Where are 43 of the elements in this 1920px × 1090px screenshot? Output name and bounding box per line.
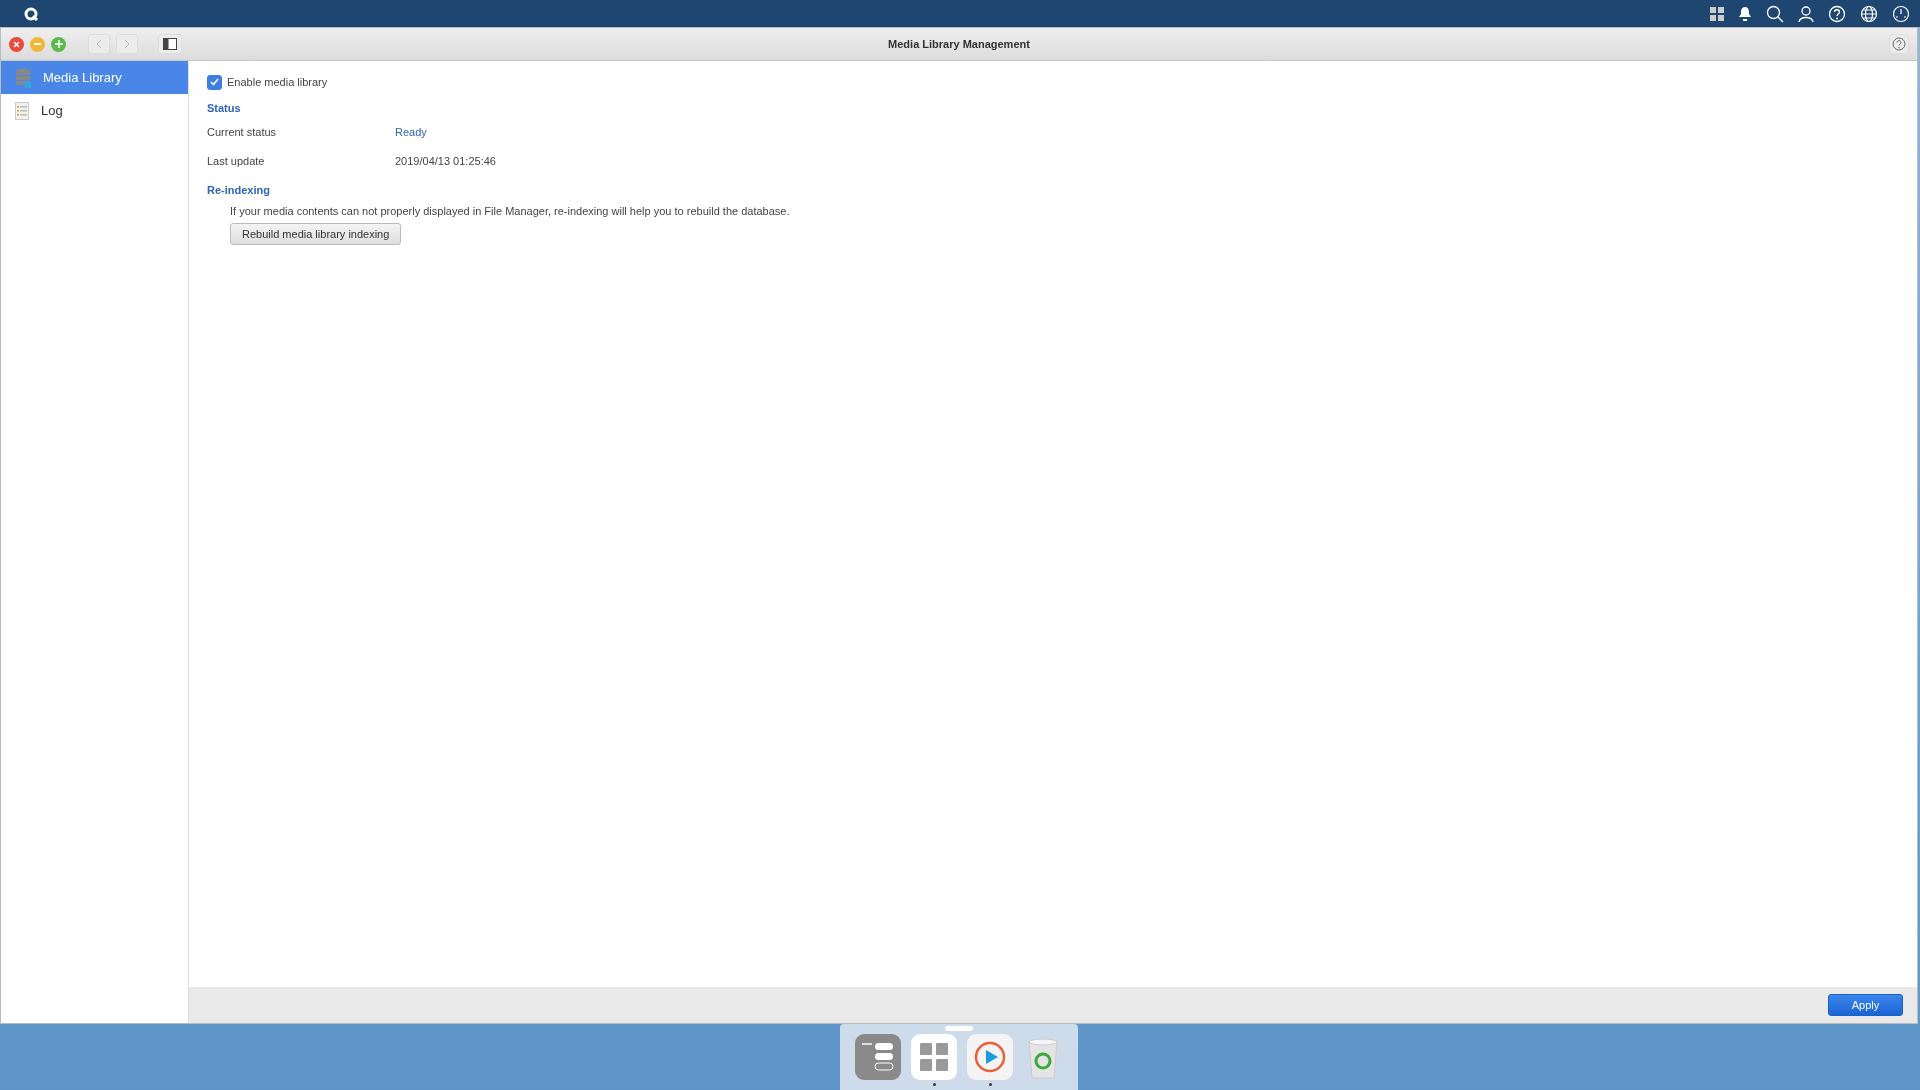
- rebuild-button[interactable]: Rebuild media library indexing: [230, 223, 402, 245]
- chevron-right-icon: [124, 39, 130, 49]
- dock-handle[interactable]: [945, 1026, 973, 1031]
- user-icon: [1798, 4, 1814, 23]
- grid-icon: [1710, 6, 1724, 21]
- search-icon: [1766, 4, 1784, 23]
- help-button[interactable]: [1889, 34, 1909, 54]
- sidebar-item-label: Media Library: [43, 70, 122, 85]
- minimize-button[interactable]: [30, 36, 45, 52]
- plus-icon: [54, 40, 63, 48]
- field-label: Current status: [207, 125, 278, 138]
- field-label: Last update: [207, 154, 266, 167]
- section-heading: Status: [207, 101, 242, 116]
- close-icon: [13, 40, 20, 48]
- checkbox[interactable]: [207, 74, 222, 90]
- checkbox-label: Enable media library: [227, 76, 328, 88]
- gauge-icon: [1892, 4, 1910, 23]
- window-title: Media Library Management: [888, 38, 1030, 50]
- help-icon: [1892, 37, 1906, 51]
- minus-icon: [34, 43, 41, 45]
- description-text: If your media contents can not properly displayed in File Manager, re-indexing will help you to rebuild the database.: [230, 205, 791, 217]
- bell-icon: [1738, 5, 1752, 22]
- close-button[interactable]: [9, 36, 24, 52]
- logo-icon: [24, 6, 38, 21]
- globe-icon: [1860, 4, 1878, 23]
- sidebar-item[interactable]: Log: [1, 94, 188, 127]
- grid-icon[interactable]: [911, 1034, 957, 1080]
- sidebar-toggle-button[interactable]: [158, 34, 182, 54]
- play-icon[interactable]: [967, 1034, 1013, 1080]
- chevron-left-icon: [96, 39, 102, 49]
- panel-icon: [163, 38, 177, 50]
- field-value: 2019/04/13 01:25:46: [395, 154, 496, 167]
- database-icon: [15, 67, 31, 88]
- sidebar-item-label: Log: [41, 103, 63, 118]
- apply-button[interactable]: Apply: [1828, 994, 1903, 1016]
- checkmark-icon: [210, 78, 219, 86]
- maximize-button[interactable]: [51, 36, 66, 52]
- toggles-icon[interactable]: [855, 1034, 901, 1080]
- list-icon: [15, 101, 29, 120]
- field-value: Ready: [395, 125, 427, 138]
- help-icon: [1828, 4, 1846, 23]
- sidebar-item[interactable]: Media Library: [1, 61, 188, 94]
- section-heading: Re-indexing: [207, 183, 271, 198]
